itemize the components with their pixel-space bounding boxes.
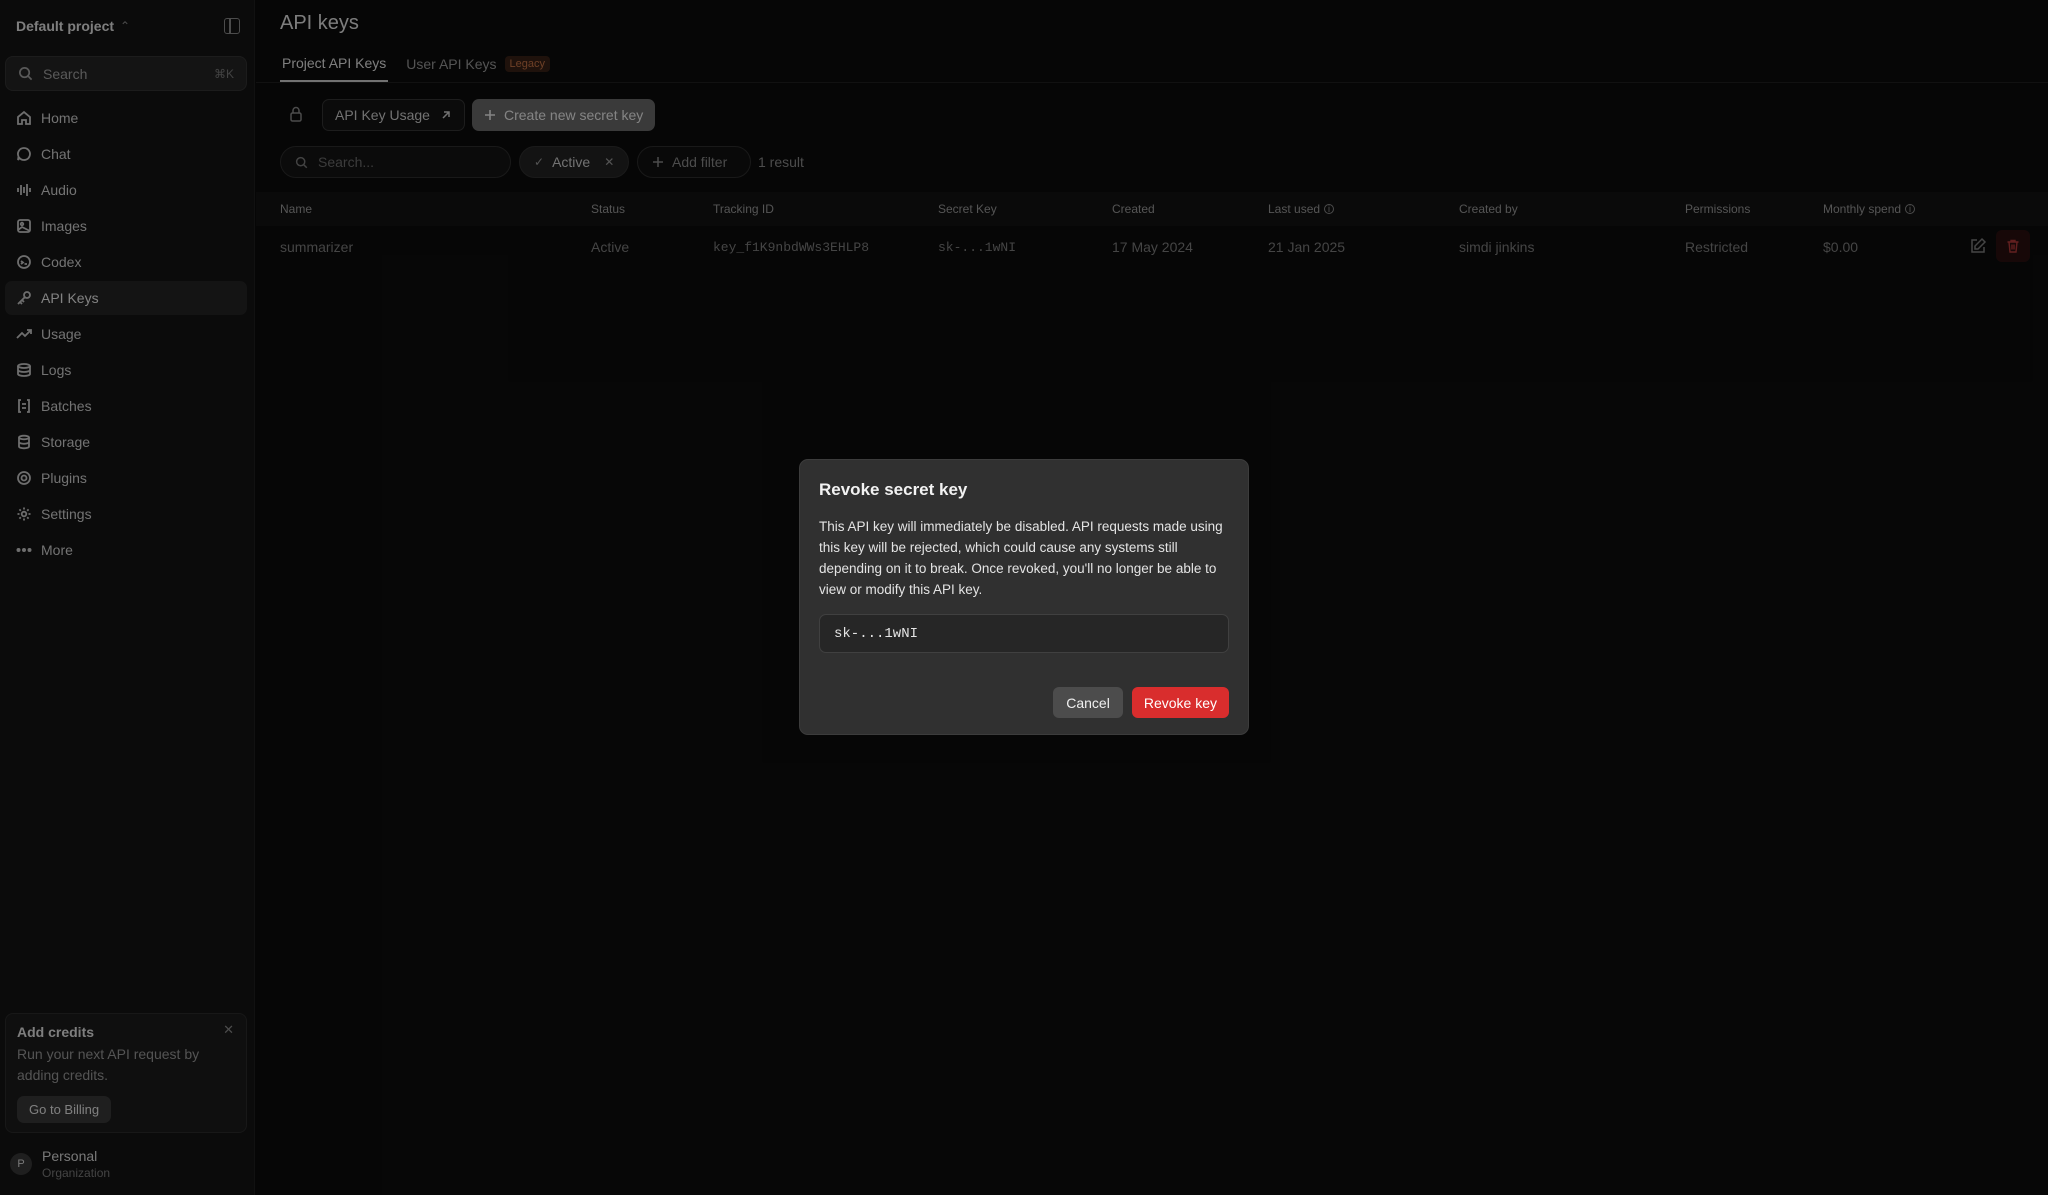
dialog-actions: Cancel Revoke key [1053, 687, 1229, 718]
dialog-title: Revoke secret key [819, 480, 968, 499]
cancel-button[interactable]: Cancel [1053, 687, 1123, 718]
revoke-key-button[interactable]: Revoke key [1131, 687, 1229, 718]
dialog-body: This API key will immediately be disable… [819, 519, 1223, 597]
secret-key-display: sk-...1wNI [819, 614, 1229, 653]
revoke-key-dialog: Revoke secret key This API key will imme… [799, 459, 1249, 735]
